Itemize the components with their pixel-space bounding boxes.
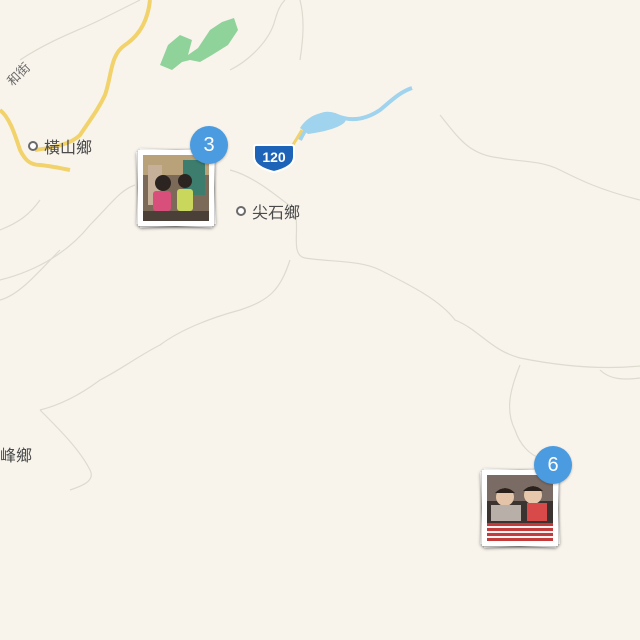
photo-image bbox=[143, 155, 209, 221]
photo-count-badge: 3 bbox=[190, 126, 228, 164]
photo-image bbox=[487, 475, 553, 541]
photo-count-badge: 6 bbox=[534, 446, 572, 484]
photo-cluster[interactable]: 3 bbox=[134, 126, 228, 230]
highway-shield[interactable]: 120 bbox=[252, 143, 296, 173]
provincial-road bbox=[34, 0, 152, 152]
reservoir bbox=[300, 112, 346, 134]
park-area bbox=[160, 18, 238, 70]
photo-cluster[interactable]: 6 bbox=[478, 446, 572, 550]
town-dot-icon bbox=[28, 141, 38, 151]
place-hengshan[interactable]: 橫山鄉 bbox=[28, 134, 92, 158]
town-dot-icon bbox=[236, 206, 246, 216]
place-label: 橫山鄉 bbox=[44, 138, 93, 157]
place-jianshi[interactable]: 尖石鄉 bbox=[236, 199, 300, 223]
map-view[interactable]: 橫山鄉 尖石鄉 峰鄉 和街 120 3 6 bbox=[0, 0, 640, 640]
highway-number: 120 bbox=[262, 149, 286, 165]
partial-label-wufeng: 峰鄉 bbox=[0, 446, 33, 465]
boundary-lines bbox=[0, 0, 640, 491]
place-label: 尖石鄉 bbox=[252, 203, 301, 222]
